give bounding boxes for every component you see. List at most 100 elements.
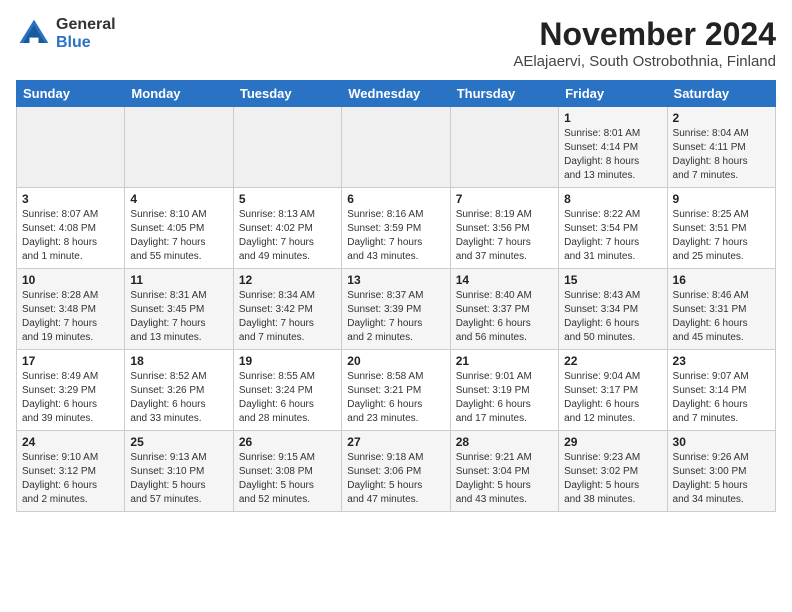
- calendar-day-cell: 29 Sunrise: 9:23 AM Sunset: 3:02 PM Dayli…: [559, 431, 667, 512]
- calendar-day-cell: 21 Sunrise: 9:01 AM Sunset: 3:19 PM Dayli…: [450, 350, 558, 431]
- day-number: 2: [673, 111, 770, 125]
- page-header: General Blue November 2024 AElajaervi, S…: [16, 16, 776, 70]
- day-number: 20: [347, 354, 444, 368]
- logo-blue: Blue: [56, 34, 116, 52]
- day-info: Sunrise: 9:26 AM Sunset: 3:00 PM Dayligh…: [673, 451, 770, 507]
- day-info: Sunrise: 9:21 AM Sunset: 3:04 PM Dayligh…: [456, 451, 553, 507]
- day-number: 15: [564, 273, 661, 287]
- day-info: Sunrise: 9:07 AM Sunset: 3:14 PM Dayligh…: [673, 370, 770, 426]
- day-number: 8: [564, 192, 661, 206]
- calendar-day-cell: 4Sunrise: 8:10 AM Sunset: 4:05 PM Daylig…: [125, 188, 233, 269]
- calendar-day-cell: 8Sunrise: 8:22 AM Sunset: 3:54 PM Daylig…: [559, 188, 667, 269]
- day-number: 11: [130, 273, 227, 287]
- calendar-day-cell: 30 Sunrise: 9:26 AM Sunset: 3:00 PM Dayli…: [667, 431, 775, 512]
- calendar-day-cell: 22Sunrise: 9:04 AM Sunset: 3:17 PM Dayli…: [559, 350, 667, 431]
- calendar-day-cell: 15 Sunrise: 8:43 AM Sunset: 3:34 PM Dayli…: [559, 269, 667, 350]
- calendar-week-row: 3 Sunrise: 8:07 AM Sunset: 4:08 PM Daylig…: [17, 188, 776, 269]
- day-number: 23: [673, 354, 770, 368]
- logo-text: General Blue: [56, 16, 116, 51]
- day-info: Sunrise: 8:31 AM Sunset: 3:45 PM Dayligh…: [130, 289, 227, 345]
- day-info: Sunrise: 8:49 AM Sunset: 3:29 PM Dayligh…: [22, 370, 119, 426]
- day-number: 18: [130, 354, 227, 368]
- day-number: 22: [564, 354, 661, 368]
- day-info: Sunrise: 8:16 AM Sunset: 3:59 PM Dayligh…: [347, 208, 444, 264]
- calendar-day-cell: 13 Sunrise: 8:37 AM Sunset: 3:39 PM Dayli…: [342, 269, 450, 350]
- calendar-day-cell: 11 Sunrise: 8:31 AM Sunset: 3:45 PM Dayli…: [125, 269, 233, 350]
- logo-general: General: [56, 16, 116, 34]
- day-number: 5: [239, 192, 336, 206]
- day-info: Sunrise: 8:01 AM Sunset: 4:14 PM Dayligh…: [564, 127, 661, 183]
- day-info: Sunrise: 8:52 AM Sunset: 3:26 PM Dayligh…: [130, 370, 227, 426]
- day-number: 10: [22, 273, 119, 287]
- day-number: 7: [456, 192, 553, 206]
- calendar-day-cell: 24 Sunrise: 9:10 AM Sunset: 3:12 PM Dayli…: [17, 431, 125, 512]
- day-info: Sunrise: 9:18 AM Sunset: 3:06 PM Dayligh…: [347, 451, 444, 507]
- calendar-day-cell: 6 Sunrise: 8:16 AM Sunset: 3:59 PM Daylig…: [342, 188, 450, 269]
- calendar-day-header: Monday: [125, 81, 233, 107]
- logo-icon: [16, 16, 52, 52]
- calendar-day-cell: 18 Sunrise: 8:52 AM Sunset: 3:26 PM Dayli…: [125, 350, 233, 431]
- calendar-day-cell: 7Sunrise: 8:19 AM Sunset: 3:56 PM Daylig…: [450, 188, 558, 269]
- day-info: Sunrise: 8:46 AM Sunset: 3:31 PM Dayligh…: [673, 289, 770, 345]
- day-number: 30: [673, 435, 770, 449]
- day-number: 19: [239, 354, 336, 368]
- calendar-day-cell: 2 Sunrise: 8:04 AM Sunset: 4:11 PM Daylig…: [667, 107, 775, 188]
- calendar-day-cell: 27Sunrise: 9:18 AM Sunset: 3:06 PM Dayli…: [342, 431, 450, 512]
- calendar-day-header: Friday: [559, 81, 667, 107]
- day-number: 24: [22, 435, 119, 449]
- day-number: 21: [456, 354, 553, 368]
- day-info: Sunrise: 9:13 AM Sunset: 3:10 PM Dayligh…: [130, 451, 227, 507]
- calendar-day-header: Wednesday: [342, 81, 450, 107]
- calendar-day-cell: 19 Sunrise: 8:55 AM Sunset: 3:24 PM Dayli…: [233, 350, 341, 431]
- day-info: Sunrise: 8:13 AM Sunset: 4:02 PM Dayligh…: [239, 208, 336, 264]
- calendar-day-cell: 20 Sunrise: 8:58 AM Sunset: 3:21 PM Dayli…: [342, 350, 450, 431]
- calendar-day-cell: 14 Sunrise: 8:40 AM Sunset: 3:37 PM Dayli…: [450, 269, 558, 350]
- title-block: November 2024 AElajaervi, South Ostrobot…: [513, 16, 776, 70]
- calendar-day-cell: 16 Sunrise: 8:46 AM Sunset: 3:31 PM Dayli…: [667, 269, 775, 350]
- day-number: 13: [347, 273, 444, 287]
- location-title: AElajaervi, South Ostrobothnia, Finland: [513, 53, 776, 70]
- day-info: Sunrise: 8:04 AM Sunset: 4:11 PM Dayligh…: [673, 127, 770, 183]
- day-number: 9: [673, 192, 770, 206]
- calendar-day-cell: [342, 107, 450, 188]
- calendar-day-cell: [233, 107, 341, 188]
- day-info: Sunrise: 8:07 AM Sunset: 4:08 PM Dayligh…: [22, 208, 119, 264]
- day-info: Sunrise: 8:43 AM Sunset: 3:34 PM Dayligh…: [564, 289, 661, 345]
- day-number: 26: [239, 435, 336, 449]
- day-info: Sunrise: 8:37 AM Sunset: 3:39 PM Dayligh…: [347, 289, 444, 345]
- day-number: 29: [564, 435, 661, 449]
- day-number: 3: [22, 192, 119, 206]
- calendar-day-cell: 28 Sunrise: 9:21 AM Sunset: 3:04 PM Dayli…: [450, 431, 558, 512]
- day-info: Sunrise: 8:34 AM Sunset: 3:42 PM Dayligh…: [239, 289, 336, 345]
- day-info: Sunrise: 9:01 AM Sunset: 3:19 PM Dayligh…: [456, 370, 553, 426]
- day-info: Sunrise: 8:40 AM Sunset: 3:37 PM Dayligh…: [456, 289, 553, 345]
- calendar-day-cell: 23 Sunrise: 9:07 AM Sunset: 3:14 PM Dayli…: [667, 350, 775, 431]
- day-info: Sunrise: 8:28 AM Sunset: 3:48 PM Dayligh…: [22, 289, 119, 345]
- calendar-week-row: 1Sunrise: 8:01 AM Sunset: 4:14 PM Daylig…: [17, 107, 776, 188]
- day-number: 28: [456, 435, 553, 449]
- day-number: 14: [456, 273, 553, 287]
- calendar-day-header: Sunday: [17, 81, 125, 107]
- calendar-day-header: Thursday: [450, 81, 558, 107]
- month-title: November 2024: [513, 16, 776, 53]
- calendar-day-cell: 10 Sunrise: 8:28 AM Sunset: 3:48 PM Dayli…: [17, 269, 125, 350]
- day-number: 12: [239, 273, 336, 287]
- calendar-day-cell: 5 Sunrise: 8:13 AM Sunset: 4:02 PM Daylig…: [233, 188, 341, 269]
- calendar-day-header: Tuesday: [233, 81, 341, 107]
- calendar-day-cell: 9Sunrise: 8:25 AM Sunset: 3:51 PM Daylig…: [667, 188, 775, 269]
- calendar-week-row: 10 Sunrise: 8:28 AM Sunset: 3:48 PM Dayli…: [17, 269, 776, 350]
- day-info: Sunrise: 9:23 AM Sunset: 3:02 PM Dayligh…: [564, 451, 661, 507]
- calendar-day-cell: [17, 107, 125, 188]
- day-number: 4: [130, 192, 227, 206]
- day-info: Sunrise: 8:58 AM Sunset: 3:21 PM Dayligh…: [347, 370, 444, 426]
- day-info: Sunrise: 9:10 AM Sunset: 3:12 PM Dayligh…: [22, 451, 119, 507]
- day-number: 17: [22, 354, 119, 368]
- day-info: Sunrise: 9:15 AM Sunset: 3:08 PM Dayligh…: [239, 451, 336, 507]
- day-number: 6: [347, 192, 444, 206]
- day-info: Sunrise: 8:55 AM Sunset: 3:24 PM Dayligh…: [239, 370, 336, 426]
- calendar-week-row: 24 Sunrise: 9:10 AM Sunset: 3:12 PM Dayli…: [17, 431, 776, 512]
- day-number: 16: [673, 273, 770, 287]
- calendar-day-cell: 25Sunrise: 9:13 AM Sunset: 3:10 PM Dayli…: [125, 431, 233, 512]
- calendar-day-cell: 1Sunrise: 8:01 AM Sunset: 4:14 PM Daylig…: [559, 107, 667, 188]
- calendar-day-cell: 26 Sunrise: 9:15 AM Sunset: 3:08 PM Dayli…: [233, 431, 341, 512]
